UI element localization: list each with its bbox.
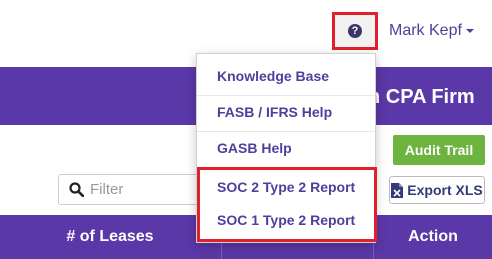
menu-item-knowledge-base[interactable]: Knowledge Base	[197, 58, 375, 94]
file-excel-icon	[391, 182, 404, 198]
menu-item-gasb-help[interactable]: GASB Help	[197, 130, 375, 166]
filter-box	[58, 174, 198, 205]
help-button[interactable]: ?	[332, 12, 378, 50]
question-circle-icon: ?	[348, 24, 362, 38]
soc-reports-highlight	[197, 167, 377, 242]
user-name: Mark Kepf	[389, 22, 462, 39]
column-header-leases[interactable]: # of Leases	[0, 215, 220, 259]
menu-item-fasb-ifrs-help[interactable]: FASB / IFRS Help	[197, 94, 375, 130]
export-xls-label: Export XLS	[407, 182, 483, 198]
caret-down-icon	[465, 29, 474, 33]
filter-input[interactable]	[90, 181, 190, 198]
column-header-action[interactable]: Action	[374, 215, 492, 259]
export-xls-button[interactable]: Export XLS	[389, 176, 485, 204]
banner-title: n CPA Firm	[368, 86, 475, 108]
audit-trail-button[interactable]: Audit Trail	[393, 135, 485, 165]
user-menu[interactable]: Mark Kepf	[389, 22, 474, 40]
search-icon	[69, 182, 84, 197]
